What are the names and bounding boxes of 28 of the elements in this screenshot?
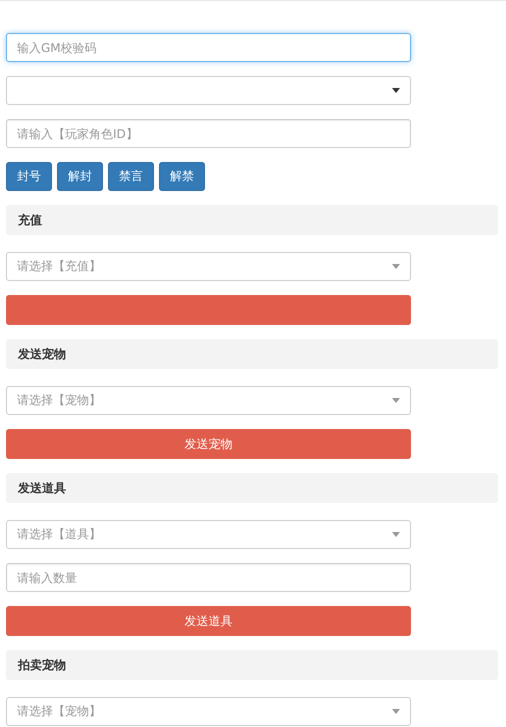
caret-icon [392, 398, 400, 403]
section-header: 充值 [6, 205, 498, 235]
action-button[interactable]: 封号 [6, 162, 52, 191]
caret-icon [392, 88, 400, 93]
select-placeholder: 请选择【宠物】 [17, 392, 101, 409]
select-placeholder: 请选择【道具】 [17, 526, 101, 543]
submit-button[interactable]: 发送道具 [6, 606, 411, 636]
caret-icon [392, 709, 400, 714]
section-header: 发送宠物 [6, 339, 498, 369]
select-placeholder: 请选择【充值】 [17, 258, 101, 275]
input-field[interactable]: 输入GM校验码 [6, 33, 411, 62]
caret-icon [392, 264, 400, 269]
action-button[interactable]: 解禁 [159, 162, 205, 191]
action-button[interactable]: 禁言 [108, 162, 154, 191]
select-field[interactable]: 请选择【充值】 [6, 252, 411, 281]
select-placeholder: 请选择【宠物】 [17, 703, 101, 720]
submit-button[interactable] [6, 295, 411, 325]
input-field[interactable]: 请输入数量 [6, 563, 411, 592]
caret-icon [392, 532, 400, 537]
submit-button[interactable]: 发送宠物 [6, 429, 411, 459]
select-field[interactable]: 请选择【宠物】 [6, 697, 411, 726]
select-field[interactable]: 请选择【道具】 [6, 520, 411, 549]
action-button[interactable]: 解封 [57, 162, 103, 191]
section-header: 拍卖宠物 [6, 650, 498, 680]
select-field[interactable]: 请选择【宠物】 [6, 386, 411, 415]
input-field[interactable]: 请输入【玩家角色ID】 [6, 119, 411, 148]
select-field[interactable] [6, 76, 411, 105]
section-header: 发送道具 [6, 473, 498, 503]
